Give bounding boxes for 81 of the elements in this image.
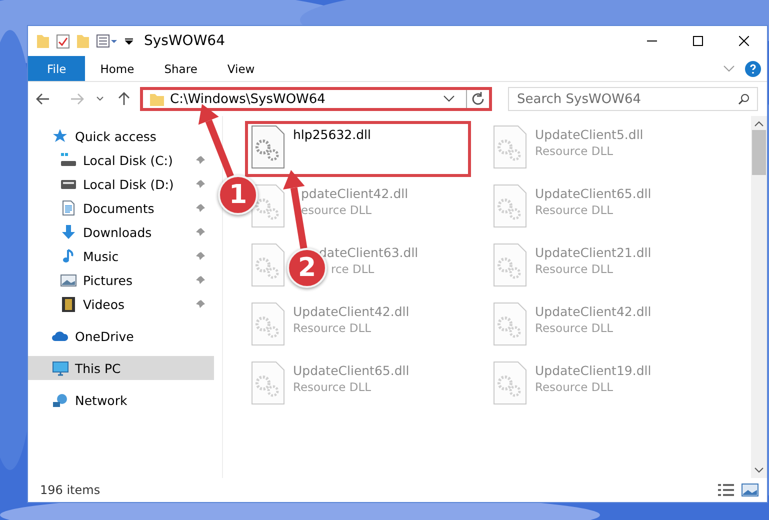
maximize-icon xyxy=(693,36,703,46)
help-icon[interactable] xyxy=(745,60,761,76)
address-bar[interactable]: C:\Windows\SysWOW64 xyxy=(140,87,492,111)
search-field[interactable]: Search SysWOW64 xyxy=(508,87,758,111)
dll-file-icon xyxy=(251,243,285,287)
file-type: Resource DLL xyxy=(535,262,614,276)
file-menu-tab[interactable]: File xyxy=(28,56,86,81)
details-view-icon[interactable] xyxy=(717,483,735,497)
dll-file-icon xyxy=(493,125,527,169)
search-icon xyxy=(738,93,750,105)
drive-icon xyxy=(60,152,77,168)
dll-file-icon xyxy=(493,361,527,405)
nav-item[interactable]: Music xyxy=(28,244,214,268)
ribbon-tab[interactable]: Share xyxy=(149,56,212,81)
dll-file-icon xyxy=(251,184,285,228)
file-name: UpdateClient5.dll xyxy=(535,127,644,142)
file-name: UpdateClient65.dll xyxy=(535,186,652,201)
pin-icon[interactable] xyxy=(196,179,206,189)
pin-icon[interactable] xyxy=(196,251,206,261)
film-icon xyxy=(60,296,77,312)
file-name: UpdateClient42.dll xyxy=(535,304,652,319)
nav-item[interactable]: This PC xyxy=(28,356,214,380)
ribbon-tab[interactable]: Home xyxy=(85,56,150,81)
pin-icon[interactable] xyxy=(196,155,206,165)
monitor-icon xyxy=(52,360,69,376)
dll-file-icon xyxy=(493,302,527,346)
dll-file-icon xyxy=(251,361,285,405)
pin-icon[interactable] xyxy=(196,299,206,309)
back-button[interactable] xyxy=(36,93,50,105)
file-type: Resource DLL xyxy=(535,380,614,394)
window-title: SysWOW64 xyxy=(144,33,225,49)
pin-icon[interactable] xyxy=(196,203,206,213)
nav-item[interactable]: Downloads xyxy=(28,220,214,244)
nav-item[interactable]: Videos xyxy=(28,292,214,316)
scroll-thumb[interactable] xyxy=(752,130,766,175)
pin-icon[interactable] xyxy=(196,275,206,285)
picture-icon xyxy=(60,272,77,288)
dll-file-icon xyxy=(251,302,285,346)
file-type: rce DLL xyxy=(331,262,376,276)
nav-item[interactable]: Network xyxy=(28,388,214,412)
file-item[interactable]: hlp25632.dll xyxy=(245,121,471,177)
up-button[interactable] xyxy=(118,92,130,106)
nav-item[interactable]: Local Disk (D:) xyxy=(28,172,214,196)
dll-file-icon xyxy=(493,243,527,287)
scrollbar[interactable] xyxy=(751,116,767,478)
file-type: esource DLL xyxy=(301,203,373,217)
nav-item[interactable]: OneDrive xyxy=(28,324,214,348)
file-name: UpdateClient19.dll xyxy=(535,363,652,378)
file-type: Resource DLL xyxy=(293,321,372,335)
file-name: UpdateClient42.dll xyxy=(293,304,410,319)
dll-file-icon xyxy=(251,125,285,169)
file-type: Resource DLL xyxy=(293,380,372,394)
close-icon xyxy=(739,36,749,46)
file-name: hlp25632.dll xyxy=(293,127,371,142)
customize-toolbar-icon[interactable] xyxy=(96,34,118,48)
download-arrow-icon xyxy=(60,224,77,240)
scroll-down-icon[interactable] xyxy=(754,466,764,474)
chevron-down-icon[interactable] xyxy=(443,95,455,103)
file-type: Resource DLL xyxy=(535,321,614,335)
pin-icon[interactable] xyxy=(196,227,206,237)
item-count: 196 items xyxy=(40,483,100,497)
file-name: UpdateClient21.dll xyxy=(535,245,652,260)
dll-file-icon xyxy=(493,184,527,228)
file-type: Resource DLL xyxy=(535,144,614,158)
dropdown-icon[interactable] xyxy=(124,36,134,46)
star-icon xyxy=(52,128,69,144)
properties-icon[interactable] xyxy=(56,33,70,49)
recent-locations-button[interactable] xyxy=(96,96,104,102)
document-icon xyxy=(60,200,77,216)
folder-icon xyxy=(149,91,165,107)
nav-item[interactable]: Documents xyxy=(28,196,214,220)
network-globe-icon xyxy=(52,392,69,408)
ribbon-tab[interactable]: View xyxy=(212,56,270,81)
file-name: UpdateClient65.dll xyxy=(293,363,410,378)
nav-item[interactable]: Pictures xyxy=(28,268,214,292)
file-name: pdateClient42.dll xyxy=(301,186,408,201)
scroll-up-icon[interactable] xyxy=(754,120,764,128)
nav-item[interactable]: Local Disk (C:) xyxy=(28,148,214,172)
file-type: Resource DLL xyxy=(535,203,614,217)
nav-item[interactable]: Quick access xyxy=(28,124,214,148)
large-icons-view-icon[interactable] xyxy=(741,483,759,497)
